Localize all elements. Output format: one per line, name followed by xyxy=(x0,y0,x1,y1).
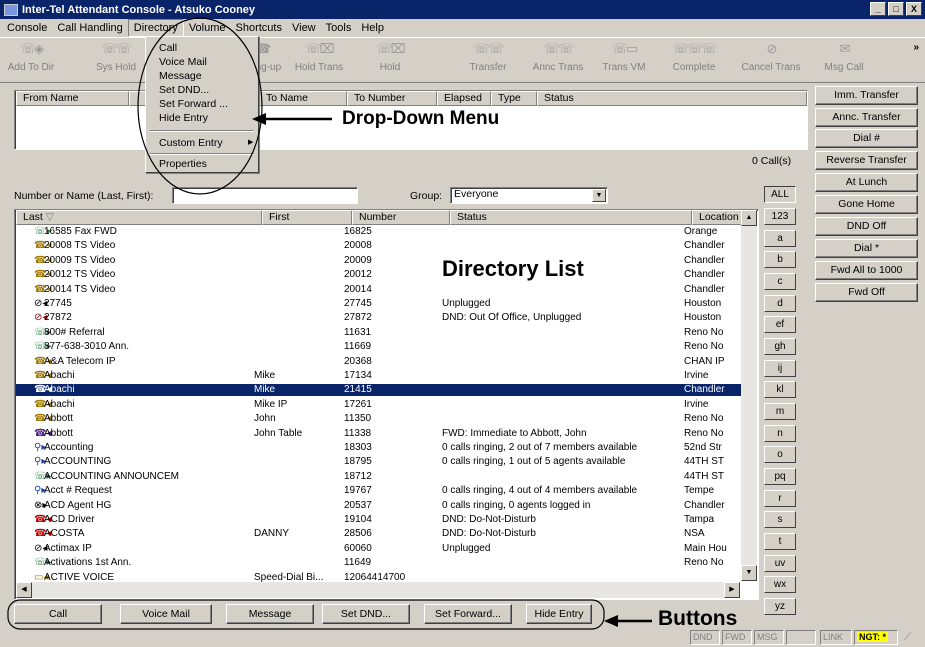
annotation-directory: Directory List xyxy=(442,256,584,281)
buttons-callout-arrowhead xyxy=(604,615,618,627)
buttons-callout-box xyxy=(7,599,605,630)
annotation-buttons: Buttons xyxy=(658,607,738,630)
dropdown-callout-ellipse xyxy=(137,17,263,195)
annotation-dropdown: Drop-Down Menu xyxy=(342,108,500,129)
dropdown-callout-arrowhead xyxy=(252,113,266,125)
annotation-overlay xyxy=(7,17,652,630)
